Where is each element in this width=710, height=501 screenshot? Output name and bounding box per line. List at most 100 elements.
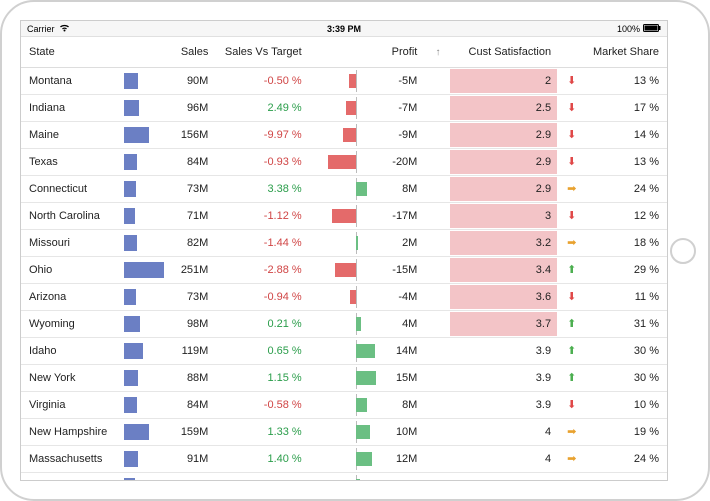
table-row[interactable]: Virginia84M-0.58 %8M3.9⬇10 %: [21, 391, 667, 418]
profit-bar: [356, 371, 377, 385]
header-cust-satisfaction[interactable]: Cust Satisfaction: [448, 37, 559, 67]
home-button[interactable]: [670, 238, 696, 264]
spacer-cell: [425, 445, 448, 472]
sales-cell: 159M: [116, 418, 217, 445]
state-cell: Maine: [21, 121, 116, 148]
profit-bar: [332, 209, 356, 223]
profit-bar: [356, 398, 367, 412]
trend-down-icon: ⬇: [567, 128, 576, 141]
sales-vs-target-cell: -2.88 %: [216, 256, 309, 283]
trend-up-icon: ⬆: [567, 263, 576, 276]
market-share-cell: 11 %: [584, 283, 667, 310]
profit-bar: [350, 290, 356, 304]
trend-up-icon: ⬆: [567, 317, 576, 330]
profit-cell: 8M: [310, 175, 426, 202]
header-state[interactable]: State: [21, 37, 116, 67]
header-row: State Sales Sales Vs Target Profit ↑ Cus…: [21, 37, 667, 67]
table-row[interactable]: Maine156M-9.97 %-9M2.9⬇14 %: [21, 121, 667, 148]
table-row[interactable]: Michigan69M-0.84 %3M4➡20 %: [21, 472, 667, 480]
table-row[interactable]: Texas84M-0.93 %-20M2.9⬇13 %: [21, 148, 667, 175]
sales-cell: 88M: [116, 364, 217, 391]
market-share-cell: 19 %: [584, 418, 667, 445]
spacer-cell: [425, 391, 448, 418]
header-sort-indicator[interactable]: ↑: [425, 37, 448, 67]
profit-cell: 12M: [310, 445, 426, 472]
spacer-cell: [425, 94, 448, 121]
profit-bar: [356, 317, 362, 331]
sales-vs-target-cell: 1.40 %: [216, 445, 309, 472]
table-row[interactable]: Missouri82M-1.44 %2M3.2➡18 %: [21, 229, 667, 256]
table-row[interactable]: North Carolina71M-1.12 %-17M3⬇12 %: [21, 202, 667, 229]
satisfaction-cell: 3.4: [448, 256, 559, 283]
sales-cell: 119M: [116, 337, 217, 364]
trend-cell: ⬇: [559, 283, 584, 310]
trend-flat-icon: ➡: [567, 182, 576, 195]
state-cell: Virginia: [21, 391, 116, 418]
market-share-cell: 14 %: [584, 121, 667, 148]
table-row[interactable]: Idaho119M0.65 %14M3.9⬆30 %: [21, 337, 667, 364]
state-cell: New Hampshire: [21, 418, 116, 445]
sales-vs-target-cell: -0.93 %: [216, 148, 309, 175]
table-row[interactable]: Montana90M-0.50 %-5M2⬇13 %: [21, 67, 667, 94]
state-cell: Idaho: [21, 337, 116, 364]
trend-cell: ➡: [559, 445, 584, 472]
table-row[interactable]: Wyoming98M0.21 %4M3.7⬆31 %: [21, 310, 667, 337]
table-row[interactable]: New Hampshire159M1.33 %10M4➡19 %: [21, 418, 667, 445]
sales-vs-target-cell: -0.94 %: [216, 283, 309, 310]
sales-bar: [124, 478, 135, 481]
table-row[interactable]: Ohio251M-2.88 %-15M3.4⬆29 %: [21, 256, 667, 283]
header-market-share[interactable]: Market Share: [584, 37, 667, 67]
sales-bar: [124, 289, 136, 305]
trend-cell: ➡: [559, 175, 584, 202]
trend-flat-icon: ➡: [567, 452, 576, 465]
state-cell: Missouri: [21, 229, 116, 256]
trend-cell: ⬇: [559, 148, 584, 175]
market-share-cell: 30 %: [584, 337, 667, 364]
profit-bar: [346, 101, 356, 115]
market-share-cell: 12 %: [584, 202, 667, 229]
data-grid[interactable]: State Sales Sales Vs Target Profit ↑ Cus…: [21, 37, 667, 480]
header-profit[interactable]: Profit: [310, 37, 426, 67]
sales-vs-target-cell: 1.15 %: [216, 364, 309, 391]
sales-bar: [124, 154, 138, 170]
spacer-cell: [425, 175, 448, 202]
state-cell: North Carolina: [21, 202, 116, 229]
header-sales-vs-target[interactable]: Sales Vs Target: [216, 37, 309, 67]
trend-down-icon: ⬇: [567, 398, 576, 411]
sales-vs-target-cell: 2.49 %: [216, 94, 309, 121]
table-row[interactable]: Connecticut73M3.38 %8M2.9➡24 %: [21, 175, 667, 202]
sales-bar: [124, 127, 149, 143]
profit-cell: -5M: [310, 67, 426, 94]
sales-cell: 84M: [116, 148, 217, 175]
header-sales[interactable]: Sales: [116, 37, 217, 67]
state-cell: Montana: [21, 67, 116, 94]
sales-cell: 156M: [116, 121, 217, 148]
profit-axis: [356, 151, 357, 173]
satisfaction-cell: 2: [448, 67, 559, 94]
sales-vs-target-cell: 0.21 %: [216, 310, 309, 337]
market-share-cell: 24 %: [584, 175, 667, 202]
sort-asc-icon: ↑: [433, 47, 440, 58]
profit-cell: 15M: [310, 364, 426, 391]
spacer-cell: [425, 310, 448, 337]
table-row[interactable]: Arizona73M-0.94 %-4M3.6⬇11 %: [21, 283, 667, 310]
sales-bar: [124, 208, 135, 224]
satisfaction-cell: 3.9: [448, 391, 559, 418]
spacer-cell: [425, 148, 448, 175]
satisfaction-cell: 2.9: [448, 175, 559, 202]
trend-down-icon: ⬇: [567, 290, 576, 303]
profit-cell: -7M: [310, 94, 426, 121]
header-trend[interactable]: [559, 37, 584, 67]
sales-vs-target-cell: -1.44 %: [216, 229, 309, 256]
table-row[interactable]: Indiana96M2.49 %-7M2.5⬇17 %: [21, 94, 667, 121]
sales-cell: 96M: [116, 94, 217, 121]
sales-bar: [124, 181, 136, 197]
sales-vs-target-cell: 0.65 %: [216, 337, 309, 364]
table-row[interactable]: Massachusetts91M1.40 %12M4➡24 %: [21, 445, 667, 472]
state-cell: Texas: [21, 148, 116, 175]
profit-bar: [335, 263, 356, 277]
sales-cell: 71M: [116, 202, 217, 229]
sales-cell: 91M: [116, 445, 217, 472]
table-row[interactable]: New York88M1.15 %15M3.9⬆30 %: [21, 364, 667, 391]
market-share-cell: 31 %: [584, 310, 667, 337]
